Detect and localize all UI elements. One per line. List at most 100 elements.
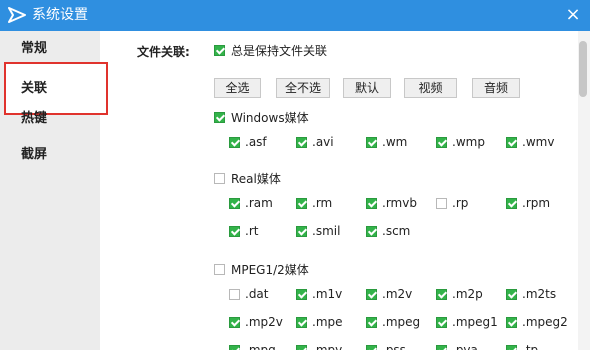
checkbox-icon	[296, 316, 307, 328]
group-label: Real媒体	[231, 172, 281, 186]
checkbox-icon	[436, 136, 447, 148]
extension-checkbox[interactable]: .m2ts	[506, 287, 556, 301]
checkbox-icon	[229, 136, 240, 148]
extension-label: .mpe	[312, 315, 343, 329]
group-label: Windows媒体	[231, 111, 309, 125]
extension-checkbox[interactable]: .m2v	[366, 287, 412, 301]
title-bar: 系统设置 ×	[0, 0, 590, 31]
extension-checkbox[interactable]: .rpm	[506, 196, 550, 210]
checkbox-icon	[214, 112, 225, 123]
extension-checkbox[interactable]: .rmvb	[366, 196, 417, 210]
extension-checkbox[interactable]: .wmp	[436, 135, 485, 149]
extension-label: .pva	[452, 343, 478, 350]
sidebar-item-hotkeys[interactable]: 热键	[0, 101, 100, 137]
extension-checkbox[interactable]: .mpv	[296, 343, 342, 350]
checkbox-icon	[296, 225, 307, 237]
group-checkbox-1[interactable]: Real媒体	[214, 170, 281, 187]
extension-checkbox[interactable]: .mpeg2	[506, 315, 568, 329]
extension-checkbox[interactable]: .tp	[506, 343, 538, 350]
extension-checkbox[interactable]: .mpeg	[366, 315, 420, 329]
checkbox-icon	[506, 344, 517, 350]
sidebar-item-screenshot[interactable]: 截屏	[0, 137, 100, 173]
extension-checkbox[interactable]: .avi	[296, 135, 334, 149]
close-icon: ×	[565, 4, 581, 25]
window-title: 系统设置	[32, 7, 88, 23]
extension-label: .rpm	[522, 196, 551, 210]
checkbox-icon	[214, 173, 225, 184]
extension-checkbox[interactable]: .wm	[366, 135, 407, 149]
checkbox-icon	[296, 197, 307, 209]
checkbox-icon	[366, 316, 377, 328]
extension-label: .mpeg1	[452, 315, 498, 329]
extension-label: .rp	[452, 196, 469, 210]
checkbox-icon	[436, 316, 447, 328]
extension-label: .m2p	[452, 287, 483, 301]
audio-button[interactable]: 音频	[472, 78, 520, 98]
extension-label: .wmv	[522, 135, 555, 149]
extension-checkbox[interactable]: .pss	[366, 343, 406, 350]
always-keep-label: 总是保持文件关联	[231, 44, 328, 58]
group-label: MPEG1/2媒体	[231, 263, 309, 277]
extension-checkbox[interactable]: .rt	[229, 224, 258, 238]
extension-checkbox[interactable]: .wmv	[506, 135, 554, 149]
checkbox-icon	[366, 136, 377, 148]
extension-checkbox[interactable]: .mpe	[296, 315, 343, 329]
extension-label: .rmvb	[382, 196, 417, 210]
extension-checkbox[interactable]: .rm	[296, 196, 332, 210]
sidebar-item-label: 常规	[21, 41, 48, 56]
checkbox-icon	[506, 288, 517, 300]
extension-checkbox[interactable]: .m1v	[296, 287, 342, 301]
checkbox-icon	[506, 197, 517, 209]
extension-label: .wmp	[452, 135, 485, 149]
extension-label: .mpg	[245, 343, 276, 350]
extension-label: .mpv	[312, 343, 343, 350]
checkbox-icon	[296, 344, 307, 350]
extension-checkbox[interactable]: .smil	[296, 224, 340, 238]
always-keep-association-checkbox[interactable]: 总是保持文件关联	[214, 42, 327, 59]
extension-label: .ram	[245, 196, 273, 210]
checkbox-icon	[229, 316, 240, 328]
extension-label: .smil	[312, 224, 341, 238]
select-none-button[interactable]: 全不选	[276, 78, 330, 98]
extension-label: .rt	[245, 224, 259, 238]
extension-label: .mpeg	[382, 315, 421, 329]
extension-label: .avi	[312, 135, 334, 149]
group-checkbox-2[interactable]: MPEG1/2媒体	[214, 261, 309, 278]
extension-label: .m2v	[382, 287, 413, 301]
extension-checkbox[interactable]: .rp	[436, 196, 468, 210]
group-checkbox-0[interactable]: Windows媒体	[214, 109, 309, 126]
select-all-button[interactable]: 全选	[214, 78, 261, 98]
extension-label: .rm	[312, 196, 333, 210]
extension-checkbox[interactable]: .ram	[229, 196, 273, 210]
checkbox-icon	[229, 225, 240, 237]
checkbox-icon	[366, 197, 377, 209]
app-logo-icon	[8, 7, 26, 23]
extension-checkbox[interactable]: .mpeg1	[436, 315, 498, 329]
extension-checkbox[interactable]: .m2p	[436, 287, 483, 301]
extension-checkbox[interactable]: .pva	[436, 343, 478, 350]
extension-label: .tp	[522, 343, 539, 350]
extension-checkbox[interactable]: .dat	[229, 287, 269, 301]
association-panel: 文件关联: 总是保持文件关联 全选 全不选 默认 视频 音频 Windows媒体…	[100, 31, 590, 350]
file-association-label: 文件关联:	[137, 45, 190, 59]
checkbox-icon	[366, 344, 377, 350]
extension-checkbox[interactable]: .mpg	[229, 343, 276, 350]
video-button[interactable]: 视频	[404, 78, 457, 98]
checkbox-icon	[214, 264, 225, 275]
checkbox-icon	[436, 288, 447, 300]
extension-checkbox[interactable]: .mp2v	[229, 315, 283, 329]
default-button[interactable]: 默认	[343, 78, 391, 98]
extension-label: .m2ts	[522, 287, 557, 301]
close-button[interactable]: ×	[563, 5, 583, 25]
extension-label: .dat	[245, 287, 269, 301]
sidebar: 常规 关联 热键 截屏	[0, 31, 108, 350]
extension-checkbox[interactable]: .scm	[366, 224, 410, 238]
extension-label: .mpeg2	[522, 315, 568, 329]
sidebar-item-label: 关联	[21, 81, 48, 96]
sidebar-item-label: 截屏	[21, 147, 48, 162]
checkbox-icon	[506, 136, 517, 148]
checkbox-icon	[436, 344, 447, 350]
extension-label: .asf	[245, 135, 267, 149]
extension-checkbox[interactable]: .asf	[229, 135, 267, 149]
scrollbar-thumb[interactable]	[579, 41, 587, 97]
